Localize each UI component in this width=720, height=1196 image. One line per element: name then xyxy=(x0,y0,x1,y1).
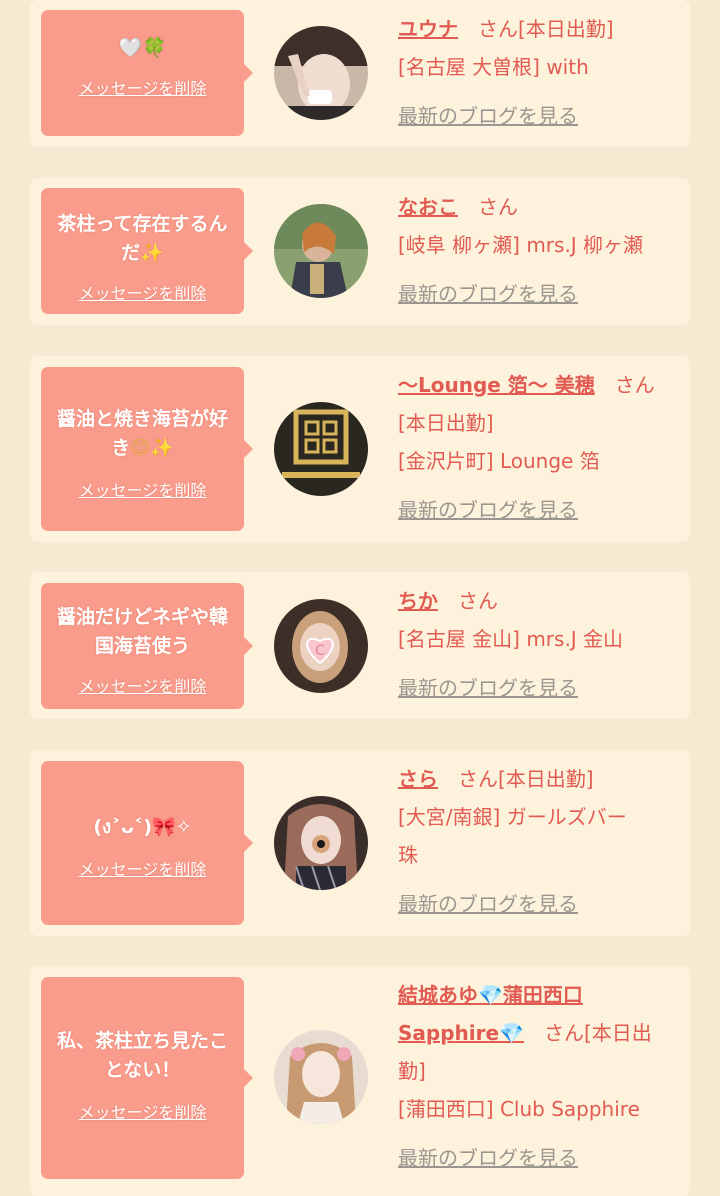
message-text: 醤油と焼き海苔が好き😊✨ xyxy=(56,408,228,459)
status-line: 勤] xyxy=(398,1059,426,1083)
latest-blog-link[interactable]: 最新のブログを見る xyxy=(398,676,578,700)
cast-name-link[interactable]: ちか xyxy=(398,589,438,613)
message-bubble: 私、茶柱立ち見たことない！ メッセージを削除 xyxy=(41,977,253,1179)
cast-info: 結城あゆ💎蒲田西口 Sapphire💎 さん[本日出 勤] [蒲田西口] Clu… xyxy=(398,976,680,1177)
list-item: 私、茶柱立ち見たことない！ メッセージを削除 結城あゆ💎蒲田西口 Sapphir… xyxy=(30,966,690,1196)
status-line: [本日出勤] xyxy=(398,411,494,435)
cast-suffix: さん xyxy=(458,195,518,219)
avatar[interactable] xyxy=(274,204,368,298)
message-bubble: 醤油と焼き海苔が好き😊✨ メッセージを削除 xyxy=(41,367,253,531)
message-bubble: 茶柱って存在するんだ✨ メッセージを削除 xyxy=(41,188,253,314)
delete-message-link[interactable]: メッセージを削除 xyxy=(51,856,234,880)
message-text: 茶柱って存在するんだ✨ xyxy=(57,213,228,264)
message-bubble: 醤油だけどネギや韓国海苔使う メッセージを削除 xyxy=(41,583,253,709)
message-emoji: 🤍🍀 xyxy=(118,37,167,59)
latest-blog-link[interactable]: 最新のブログを見る xyxy=(398,1146,578,1170)
shop-line: [蒲田西口] Club Sapphire xyxy=(398,1097,640,1121)
delete-message-link[interactable]: メッセージを削除 xyxy=(51,477,234,501)
cast-info: ユウナ さん[本日出勤] [名古屋 大曽根] with 最新のブログを見る xyxy=(398,10,680,135)
latest-blog-link[interactable]: 最新のブログを見る xyxy=(398,498,578,522)
message-text: 🤍🍀 xyxy=(51,34,234,63)
avatar[interactable] xyxy=(274,402,368,496)
avatar[interactable] xyxy=(274,1030,368,1124)
list-item: 醤油だけどネギや韓国海苔使う メッセージを削除 C ちか さん [名古屋 金山]… xyxy=(30,572,690,719)
message-bubble: (ง˃ᴗ˂)🎀✧ メッセージを削除 xyxy=(41,761,253,925)
delete-message-link[interactable]: メッセージを削除 xyxy=(51,1099,234,1123)
delete-message-link[interactable]: メッセージを削除 xyxy=(51,75,234,99)
sparkle-icon: ✨ xyxy=(140,242,164,264)
shop-line: [名古屋 金山] mrs.J 金山 xyxy=(398,627,624,651)
cast-suffix: さん xyxy=(594,373,655,397)
cast-name-link[interactable]: なおこ xyxy=(398,195,458,219)
list-item: 🤍🍀 メッセージを削除 ユウナ さん[本日出勤] [名古屋 大曽根] with … xyxy=(30,0,690,147)
message-bubble: 🤍🍀 メッセージを削除 xyxy=(41,10,253,136)
shop-line: [金沢片町] Lounge 箔 xyxy=(398,449,600,473)
latest-blog-link[interactable]: 最新のブログを見る xyxy=(398,282,578,306)
avatar[interactable]: C xyxy=(274,599,368,693)
cast-name-link-continued[interactable]: Sapphire💎 xyxy=(398,1021,524,1045)
delete-message-link[interactable]: メッセージを削除 xyxy=(51,280,234,304)
list-item: 茶柱って存在するんだ✨ メッセージを削除 なおこ さん [岐阜 柳ヶ瀬] mrs… xyxy=(30,178,690,325)
cast-suffix: さん[本日出勤] xyxy=(458,17,614,41)
cast-suffix: さん xyxy=(438,589,498,613)
avatar[interactable] xyxy=(274,26,368,120)
list-item: (ง˃ᴗ˂)🎀✧ メッセージを削除 さら さん[本日出勤] [大宮/南銀] ガー… xyxy=(30,750,690,936)
cast-name-link[interactable]: ユウナ xyxy=(398,17,458,41)
message-text: (ง˃ᴗ˂)🎀✧ xyxy=(93,816,192,838)
shop-line-continued: 珠 xyxy=(398,843,418,867)
smile-sparkle-icon: 😊✨ xyxy=(130,437,174,459)
svg-text:C: C xyxy=(315,643,325,659)
cast-suffix: さん[本日出勤] xyxy=(438,767,594,791)
cast-name-link[interactable]: 結城あゆ💎蒲田西口 xyxy=(398,983,583,1007)
cast-name-link[interactable]: 〜Lounge 箔〜 美穂 xyxy=(398,373,595,397)
avatar[interactable] xyxy=(274,796,368,890)
cast-name-link[interactable]: さら xyxy=(398,767,438,791)
list-item: 醤油と焼き海苔が好き😊✨ メッセージを削除 〜Lounge 箔〜 美穂 さん [… xyxy=(30,356,690,542)
shop-line: [名古屋 大曽根] with xyxy=(398,55,589,79)
cast-suffix: さん[本日出 xyxy=(523,1021,652,1045)
cast-info: なおこ さん [岐阜 柳ヶ瀬] mrs.J 柳ヶ瀬 最新のブログを見る xyxy=(398,188,680,313)
shop-line: [岐阜 柳ヶ瀬] mrs.J 柳ヶ瀬 xyxy=(398,233,644,257)
delete-message-link[interactable]: メッセージを削除 xyxy=(51,673,234,697)
cast-info: 〜Lounge 箔〜 美穂 さん [本日出勤] [金沢片町] Lounge 箔 … xyxy=(398,366,680,529)
message-text: 私、茶柱立ち見たことない！ xyxy=(56,1030,228,1081)
message-text: 醤油だけどネギや韓国海苔使う xyxy=(56,606,228,657)
latest-blog-link[interactable]: 最新のブログを見る xyxy=(398,104,578,128)
cast-info: さら さん[本日出勤] [大宮/南銀] ガールズバー 珠 最新のブログを見る xyxy=(398,760,680,923)
latest-blog-link[interactable]: 最新のブログを見る xyxy=(398,892,578,916)
cast-info: ちか さん [名古屋 金山] mrs.J 金山 最新のブログを見る xyxy=(398,582,680,707)
shop-line: [大宮/南銀] ガールズバー xyxy=(398,805,627,829)
